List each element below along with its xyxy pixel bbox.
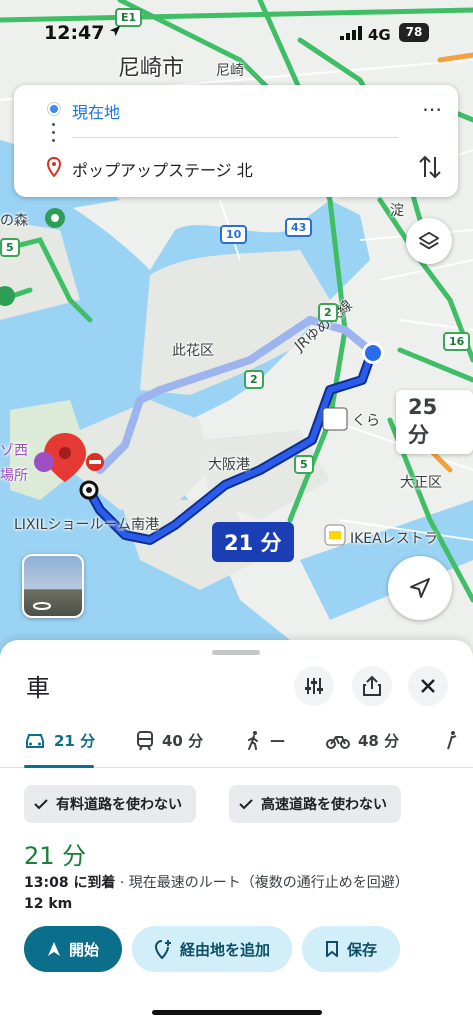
chip-avoid-tolls[interactable]: 有料道路を使わない [24,785,196,823]
add-stop-button[interactable]: 経由地を追加 [132,926,292,972]
location-arrow-icon [109,25,121,37]
my-location-button[interactable] [388,556,452,620]
tab-car-label: 21 分 [54,732,96,750]
label-forest: の森 [0,213,28,229]
route-time-primary[interactable]: 21 分 [212,522,294,562]
label-lixil: LIXILショールーム南港 [14,517,160,533]
shield-5b: 5 [294,455,314,474]
bike-icon [326,735,350,749]
arrival-note: · 現在最速のルート（複数の通行止めを回避） [115,875,409,891]
ride-icon [447,731,457,750]
travel-mode-tabs: 21 分 40 分 — 48 分 [0,718,473,768]
battery-level: 78 [399,23,429,42]
label-west: ゾ西 [0,443,28,459]
share-icon [363,675,381,696]
tab-car[interactable]: 21 分 [24,730,95,751]
walk-icon [248,731,258,750]
divider [72,137,398,138]
train-icon [137,730,153,750]
shield-16: 16 [443,332,471,351]
street-view-thumbnail[interactable] [22,554,84,618]
route-time-alternate[interactable]: 25 分 [396,390,473,454]
label-place: 場所 [0,468,28,484]
check-icon [34,799,48,810]
layers-button[interactable] [406,218,452,264]
label-amagasaki-station: 尼崎 [216,63,244,79]
tab-walk[interactable]: — [246,730,285,750]
origin-field[interactable]: 現在地 [72,99,120,123]
route-dots-icon [52,123,56,147]
save-label: 保存 [346,940,377,959]
check-icon [239,799,253,810]
status-bar: 12:47 4G 78 [0,0,473,60]
shield-43: 43 [285,218,313,237]
destination-field[interactable]: ポップアップステージ 北 [72,157,253,181]
label-yodo: 淀 [390,203,404,219]
tab-transit-label: 40 分 [162,732,204,750]
save-button[interactable]: 保存 [302,926,400,972]
chip-avoid-tolls-label: 有料道路を使わない [56,797,182,813]
sheet-title: 車 [26,674,50,702]
street-view-icon [33,602,52,610]
label-ikea: IKEAレストラ [350,531,438,547]
tab-bike-label: 48 分 [358,732,400,750]
close-icon [421,679,435,693]
label-osakako: 大阪港 [208,457,250,473]
start-label: 開始 [68,940,99,959]
arrival-time: 13:08 に到着 [24,875,116,891]
options-button[interactable] [294,666,334,706]
tune-icon [305,678,323,694]
label-taisho: 大正区 [400,475,442,491]
car-icon [26,733,44,748]
start-button[interactable]: 開始 [24,926,122,972]
label-kura: くら [352,413,380,429]
chip-avoid-highways-label: 高速道路を使わない [261,797,387,813]
tab-bike[interactable]: 48 分 [326,730,399,751]
chip-avoid-highways[interactable]: 高速道路を使わない [229,785,401,823]
tab-more[interactable] [444,730,460,750]
shield-10: 10 [220,225,248,244]
status-time: 12:47 [44,22,105,44]
shield-5a: 5 [0,238,20,257]
close-button[interactable] [408,666,448,706]
destination-pin-icon [47,157,61,177]
home-indicator [152,1010,322,1015]
origin-dot-icon [48,103,60,115]
layers-icon [418,231,440,250]
tab-transit[interactable]: 40 分 [136,730,203,751]
route-duration: 21 分 [24,842,87,870]
navigation-arrow-icon [410,578,430,598]
bookmark-icon [325,941,338,957]
tab-walk-label: — [270,731,285,749]
label-konohana: 此花区 [172,343,214,359]
signal-icon [340,26,362,40]
directions-card: 現在地 ポップアップステージ 北 ⋯ [14,85,458,197]
more-vert-icon[interactable]: ⋯ [422,97,442,121]
arrival-info: 13:08 に到着 · 現在最速のルート（複数の通行止めを回避） [24,872,409,892]
route-distance: 12 km [24,896,73,912]
navigation-icon [47,942,60,956]
active-tab-indicator [24,765,94,768]
share-button[interactable] [352,666,392,706]
add-location-icon [154,940,171,959]
shield-2b: 2 [318,303,338,322]
add-stop-label: 経由地を追加 [179,940,270,959]
shield-2a: 2 [244,370,264,389]
drag-handle[interactable] [212,650,260,655]
directions-sheet: 車 21 分 40 分 — 48 分 有料道路を使わない 高速道路を使わない 2… [0,640,473,1024]
swap-vert-icon[interactable] [418,153,442,181]
network-type: 4G [368,26,391,44]
